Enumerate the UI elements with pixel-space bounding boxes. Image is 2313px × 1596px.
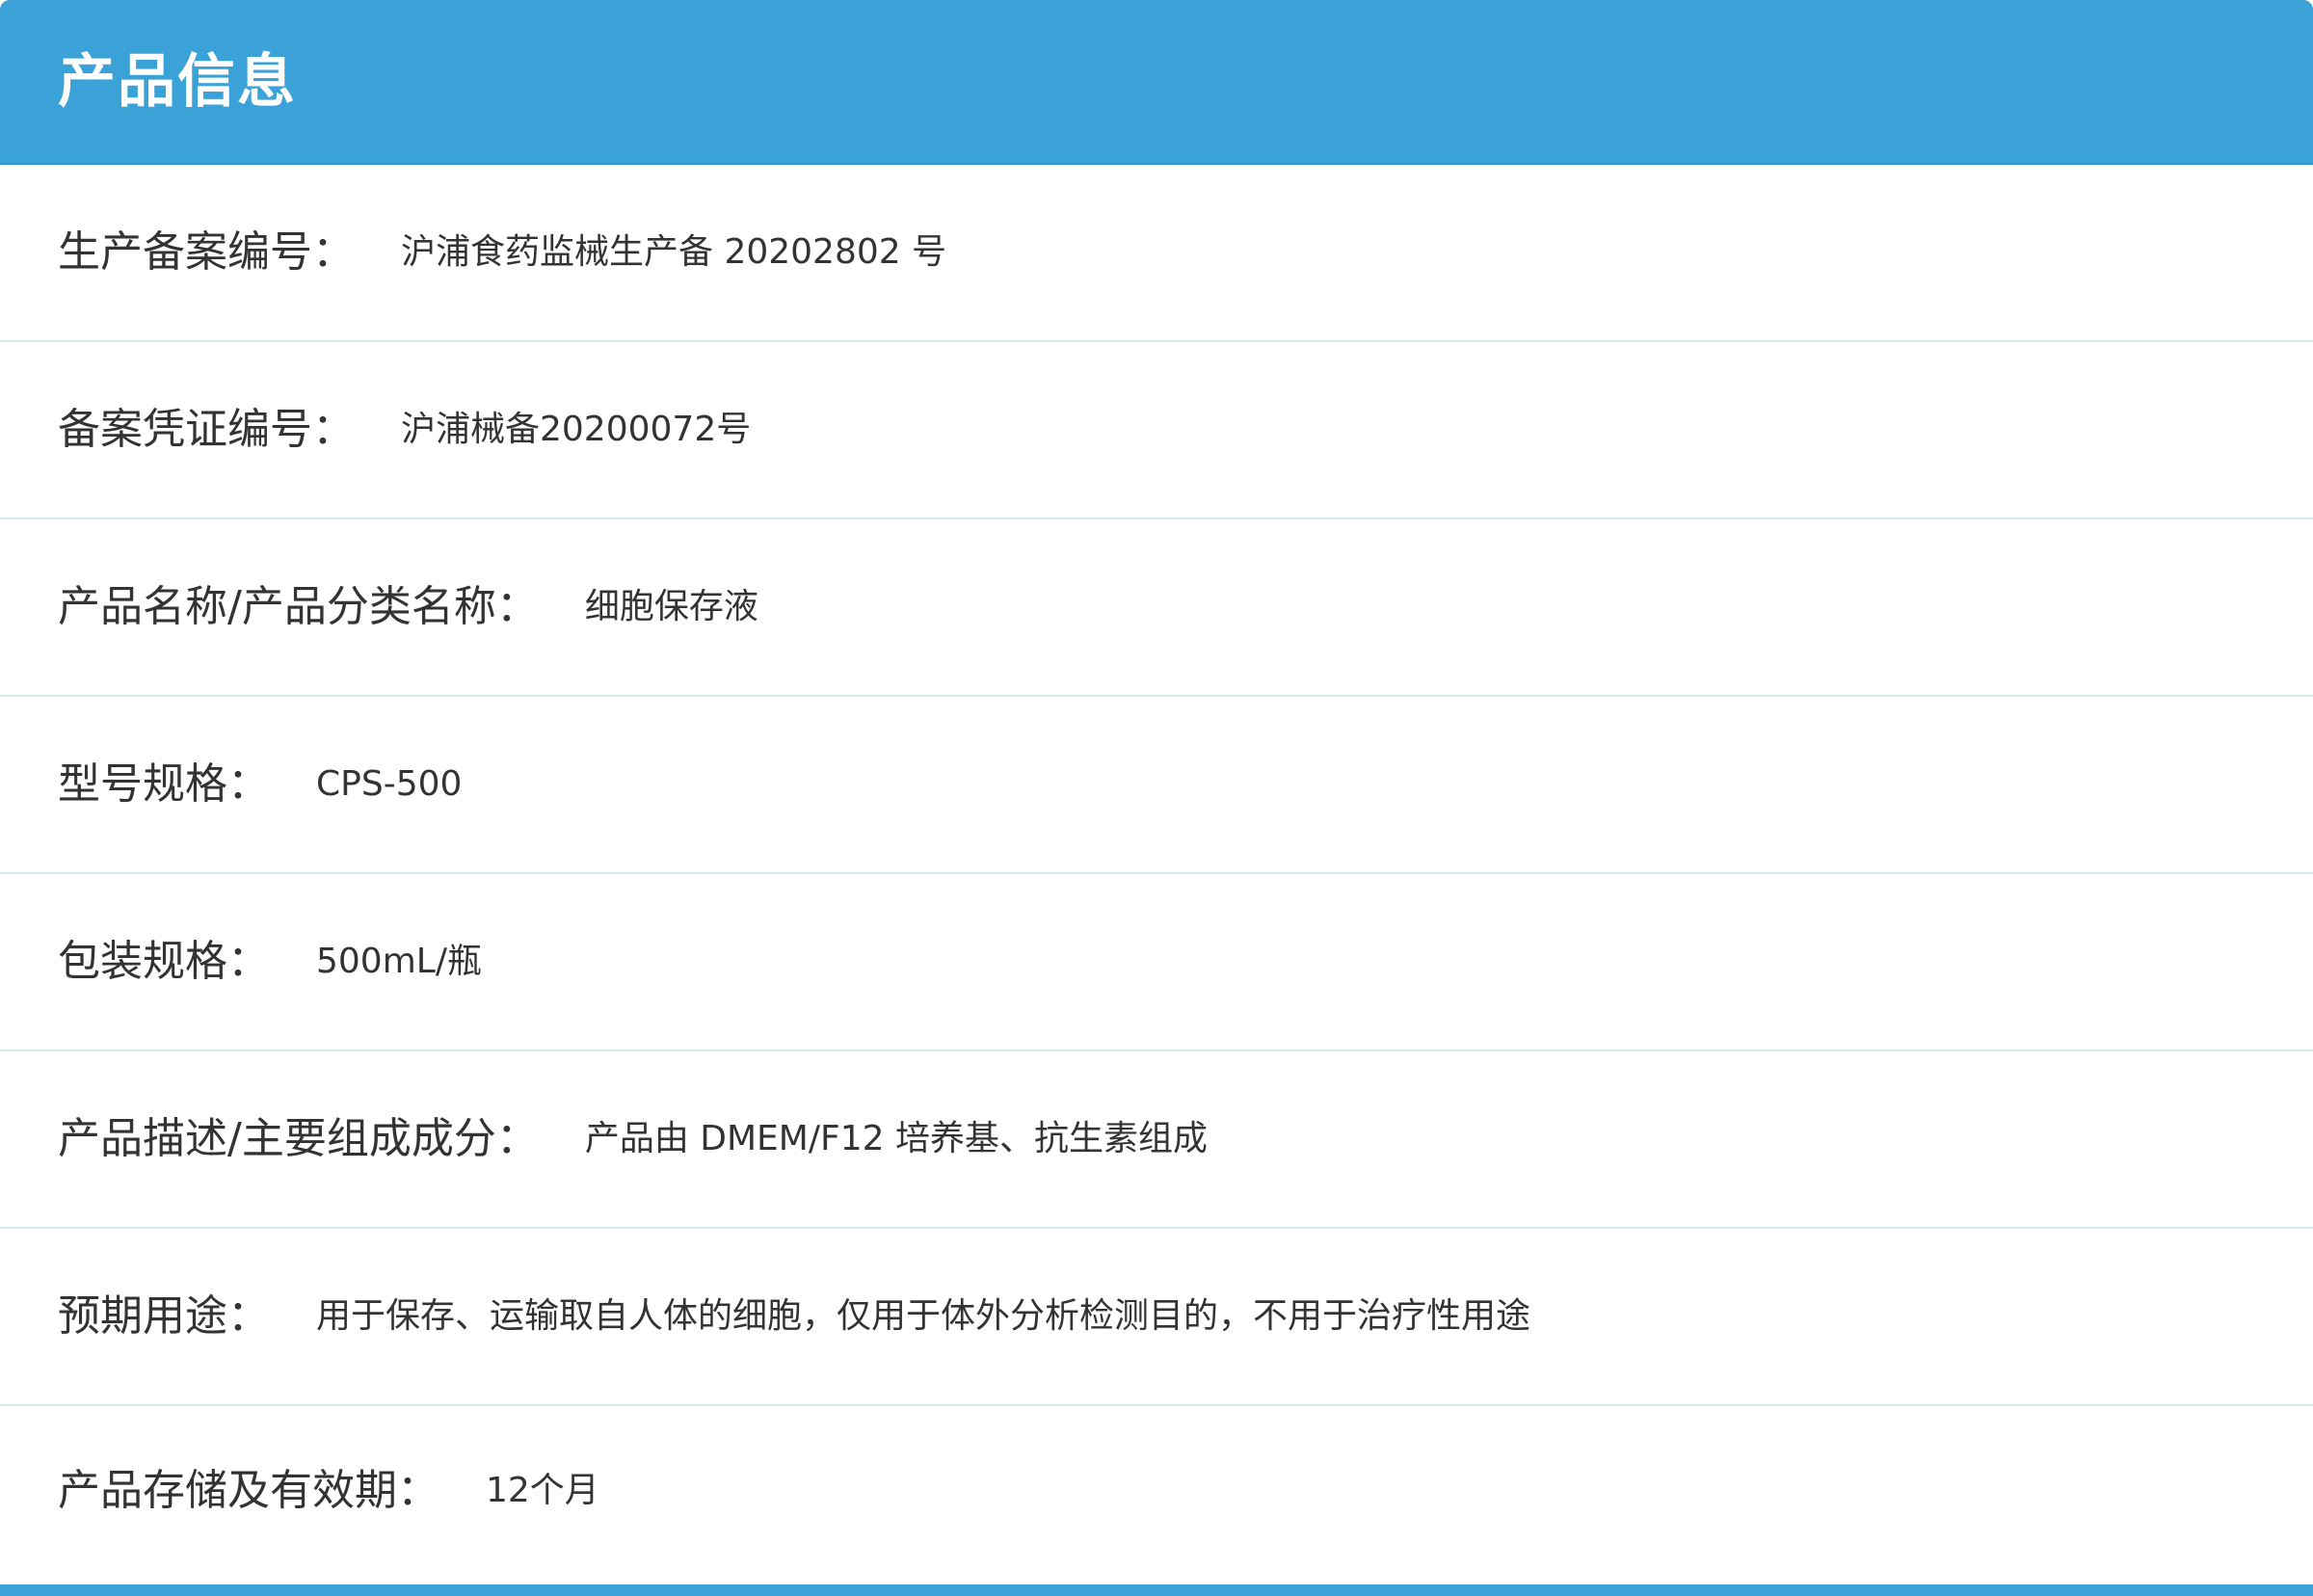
info-value: CPS-500 xyxy=(316,764,463,804)
info-label: 产品名称/产品分类名称： xyxy=(58,582,539,631)
info-label: 产品描述/主要组成成分： xyxy=(58,1114,539,1163)
info-value: 沪浦食药监械生产备 20202802 号 xyxy=(401,232,947,272)
info-label: 生产备案编号： xyxy=(58,227,355,277)
info-label: 备案凭证编号： xyxy=(58,405,355,454)
info-value: 细胞保存液 xyxy=(584,587,758,626)
info-row-model: 型号规格： CPS-500 xyxy=(0,697,2313,874)
info-row-packaging: 包装规格： 500mL/瓶 xyxy=(0,874,2313,1051)
info-value: 产品由 DMEM/F12 培养基、抗生素组成 xyxy=(584,1119,1208,1158)
panel-title: 产品信息 xyxy=(58,47,297,116)
info-label: 预期用途： xyxy=(58,1291,270,1341)
info-list: 生产备案编号： 沪浦食药监械生产备 20202802 号 备案凭证编号： 沪浦械… xyxy=(0,165,2313,1576)
panel-header: 产品信息 xyxy=(0,0,2313,165)
bottom-accent-bar xyxy=(0,1584,2313,1596)
info-row-certificate-number: 备案凭证编号： 沪浦械备20200072号 xyxy=(0,342,2313,519)
info-row-description: 产品描述/主要组成成分： 产品由 DMEM/F12 培养基、抗生素组成 xyxy=(0,1051,2313,1229)
info-value: 12个月 xyxy=(486,1471,599,1510)
info-value: 500mL/瓶 xyxy=(316,942,482,981)
info-value: 用于保存、运输取自人体的细胞，仅用于体外分析检测目的，不用于治疗性用途 xyxy=(316,1296,1531,1336)
info-label: 型号规格： xyxy=(58,759,270,809)
info-row-record-number: 生产备案编号： 沪浦食药监械生产备 20202802 号 xyxy=(0,165,2313,342)
info-row-product-name: 产品名称/产品分类名称： 细胞保存液 xyxy=(0,519,2313,697)
info-row-intended-use: 预期用途： 用于保存、运输取自人体的细胞，仅用于体外分析检测目的，不用于治疗性用… xyxy=(0,1229,2313,1406)
product-info-panel: 产品信息 生产备案编号： 沪浦食药监械生产备 20202802 号 备案凭证编号… xyxy=(0,0,2313,1596)
info-row-storage-validity: 产品存储及有效期： 12个月 xyxy=(0,1406,2313,1576)
info-value: 沪浦械备20200072号 xyxy=(401,410,752,449)
info-label: 包装规格： xyxy=(58,937,270,986)
info-label: 产品存储及有效期： xyxy=(58,1466,439,1515)
